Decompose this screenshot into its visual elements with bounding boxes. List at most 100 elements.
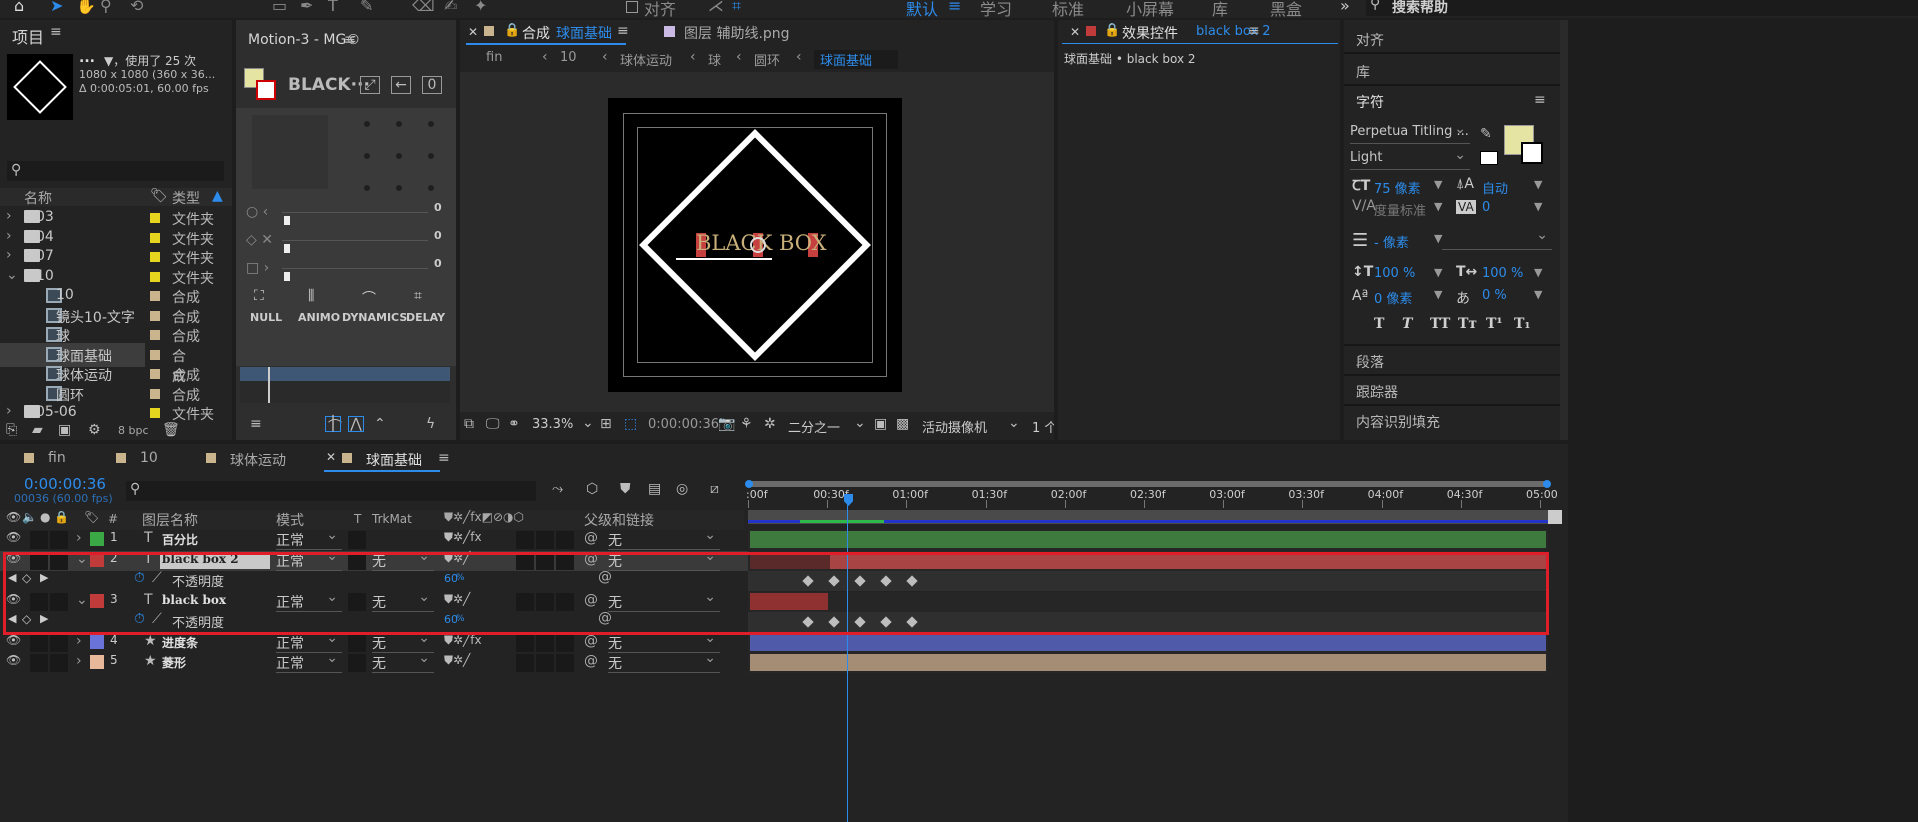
chevron-down-icon[interactable]: ⌄ [76,551,88,567]
roto-tool-icon[interactable]: ✍ [444,0,457,15]
project-item[interactable]: › 05-06 文件夹 [0,401,232,421]
keyframe-icon[interactable] [880,575,892,587]
3d-switch[interactable] [556,531,574,549]
anchor-point-dot[interactable] [396,121,402,127]
roi-icon[interactable]: ⬚ [624,416,637,432]
stroke-color-swatch[interactable] [1521,142,1543,164]
keyframe-icon[interactable] [880,616,892,628]
snap-option-icon[interactable]: ⌗ [732,0,741,16]
stroke-color-swatch[interactable] [256,80,276,100]
label-icon[interactable]: 🏷 [84,510,99,524]
camera-icon[interactable]: 📷 [718,416,735,432]
work-area-track[interactable] [748,510,1548,524]
anchor-point-dot[interactable] [364,121,370,127]
small-caps-button[interactable]: Tт [1458,316,1477,332]
pen-tool-icon[interactable]: ✒ [300,0,313,15]
layer-bar-track[interactable] [748,530,1548,550]
layer-name[interactable]: 百分比 [160,531,270,548]
type-column-header[interactable]: 类型 [172,188,200,208]
chevron-down-icon[interactable]: ▼ [1534,266,1542,279]
keyframe-track[interactable] [748,612,1548,632]
draft-3d-icon[interactable]: ⬡ [586,481,598,497]
align-checkbox[interactable] [626,1,638,13]
animo-button[interactable]: ANIMO [298,311,340,324]
close-tab-icon[interactable]: ✕ [1070,25,1080,39]
adjustment-switch[interactable] [536,592,554,611]
anchor-point-grid[interactable] [358,115,442,191]
zoom-tool-icon[interactable]: ⚲ [100,0,112,15]
help-search[interactable]: ⚲ 搜索帮助 [1366,0,1918,16]
tracker-panel[interactable]: 跟踪器 [1356,382,1398,402]
mode-header[interactable]: 模式 [276,510,304,530]
camera-select[interactable]: 活动摄像机 [922,417,987,436]
layer-switches[interactable]: ⛊✲╱ [444,551,470,566]
layer-name[interactable]: 菱形 [160,654,270,671]
preserve-transparency-switch[interactable] [348,592,366,611]
3d-switch[interactable] [556,633,574,652]
graph-icon[interactable]: ⟋ [152,611,162,627]
timeline-timecode[interactable]: 0:00:00:36 [24,475,106,493]
keyframe-icon[interactable] [802,616,814,628]
add-keyframe-icon[interactable]: ◇ [22,571,31,585]
lock-icon[interactable]: 🔒 [504,23,520,38]
label-color[interactable] [150,213,160,223]
comp-mini-flowchart-icon[interactable]: ⤳ [552,481,563,497]
null-button[interactable]: NULL [250,311,282,324]
keyframe-icon[interactable] [802,575,814,587]
eraser-tool-icon[interactable]: ⌫ [412,0,435,15]
chevron-right-icon[interactable]: › [6,208,12,224]
lock-icon[interactable]: 🔒 [1104,23,1120,38]
3d-switch[interactable] [556,551,574,570]
keyframe-icon[interactable] [828,575,840,587]
transparency-grid-icon[interactable]: ▩ [896,416,909,432]
breadcrumb-item[interactable]: 球体运动 [620,50,672,69]
shy-layers-icon[interactable]: ⛊ [620,481,631,497]
label-color[interactable] [90,655,104,669]
graph-editor-icon[interactable]: ⧄ [710,481,719,497]
fast-preview-icon[interactable]: ▣ [874,416,887,432]
new-folder-icon[interactable]: ▰ [32,422,43,438]
select-target-icon[interactable]: ⤢ [360,76,380,94]
next-keyframe-icon[interactable]: ▶ [40,571,48,584]
monitor-icon[interactable]: 🖵 [486,416,500,432]
visibility-icon[interactable]: 👁 [6,633,21,647]
layer-bar-track[interactable] [748,591,1548,612]
audio-switch[interactable] [30,531,48,549]
font-family-select[interactable]: Perpetua Titling ... [1350,121,1470,144]
chevron-right-icon[interactable]: › [76,530,82,546]
name-column-header[interactable]: 名称 [24,188,52,208]
layer-bar-track[interactable] [748,632,1548,653]
label-color[interactable] [150,271,160,282]
adjustment-switch[interactable] [536,551,554,570]
content-aware-fill-panel[interactable]: 内容识别填充 [1356,412,1440,432]
chevron-down-icon[interactable]: ▼ [1434,178,1442,191]
ease-in-icon[interactable]: ⎮ [325,416,341,432]
snap-icon[interactable]: ⋌ [708,0,724,15]
panel-menu-icon[interactable]: ≡ [438,450,450,466]
video-toggle-icon[interactable]: 👁 [6,510,21,524]
label-color[interactable] [90,593,104,608]
workspace-learn[interactable]: 学习 [980,0,1012,20]
label-color[interactable] [90,552,104,567]
project-search-input[interactable]: ⚲ [7,161,224,181]
motion-blur-switch[interactable] [516,592,534,611]
label-color[interactable] [90,634,104,649]
work-area-bar[interactable] [745,480,1551,488]
chevron-right-icon[interactable]: › [6,228,12,244]
layer-name[interactable]: 进度条 [160,634,270,651]
chevron-down-icon[interactable]: ⌄ [1008,415,1020,431]
channel-icon[interactable]: ✲ [764,416,776,432]
effects-title[interactable]: 效果控件 [1122,23,1178,43]
current-time[interactable]: 0:00:00:36 [648,417,719,432]
3d-switch[interactable] [556,592,574,611]
selection-tool-icon[interactable]: ➤ [50,0,63,15]
visibility-icon[interactable]: 👁 [6,551,21,565]
solo-switch[interactable] [50,592,68,611]
track-matte-select[interactable]: 无 [372,548,434,571]
hand-tool-icon[interactable]: ✋ [76,0,96,15]
layer-switches[interactable]: ⛊✲╱ [444,653,470,668]
interpret-footage-icon[interactable]: ⎘ [6,422,17,438]
chevron-down-icon[interactable]: ▼ [1434,288,1442,301]
visibility-icon[interactable]: 👁 [6,530,21,544]
breadcrumb-item[interactable]: fin [486,50,502,65]
